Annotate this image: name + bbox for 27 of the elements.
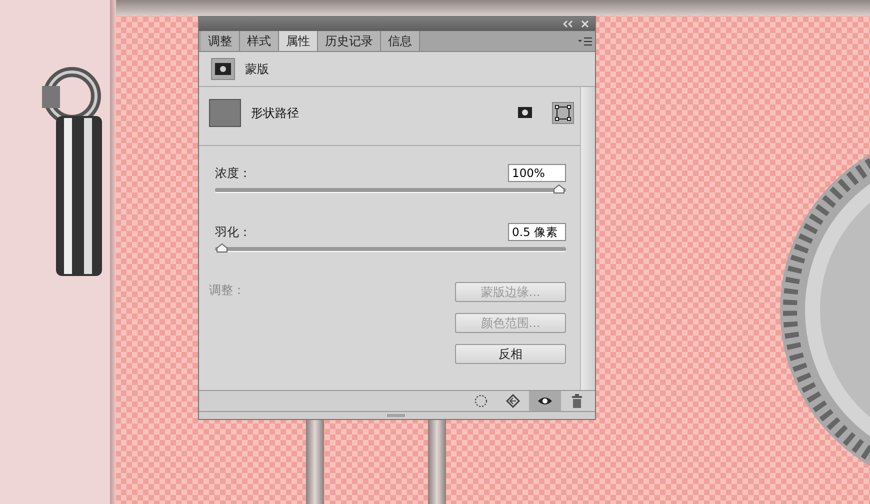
panel-tab[interactable]: 历史记录	[318, 31, 381, 51]
adjust-label: 调整：	[209, 282, 245, 299]
value-field[interactable]: 100%	[508, 164, 566, 182]
value-field[interactable]: 0.5 像素	[508, 223, 566, 241]
eye-button[interactable]	[529, 391, 561, 411]
panel-tab[interactable]: 调整	[201, 31, 240, 51]
diamond-arrow-icon	[505, 393, 521, 409]
vector-mask-icon-button[interactable]	[552, 102, 574, 124]
panel-tab[interactable]: 信息	[381, 31, 420, 51]
mask-thumbnail	[209, 99, 241, 127]
slider-label: 羽化：	[215, 224, 251, 240]
panel-tab[interactable]: 属性	[279, 31, 318, 51]
panel-menu-icon[interactable]	[578, 36, 592, 46]
collapse-icon[interactable]	[563, 20, 573, 28]
mask-icon	[211, 58, 235, 80]
scrollbar[interactable]	[580, 87, 595, 390]
slider-label: 浓度：	[215, 164, 251, 182]
vector-mask-icon	[554, 104, 572, 122]
slider-thumb[interactable]	[216, 243, 228, 253]
grip-icon[interactable]	[387, 414, 407, 417]
section-title: 蒙版	[245, 60, 269, 78]
close-icon[interactable]	[581, 20, 589, 28]
dotted-circle-icon	[473, 393, 489, 409]
panel-tab[interactable]: 样式	[240, 31, 279, 51]
trash-icon	[569, 393, 585, 409]
mask-name: 形状路径	[251, 104, 300, 122]
slider-thumb[interactable]	[552, 184, 565, 194]
